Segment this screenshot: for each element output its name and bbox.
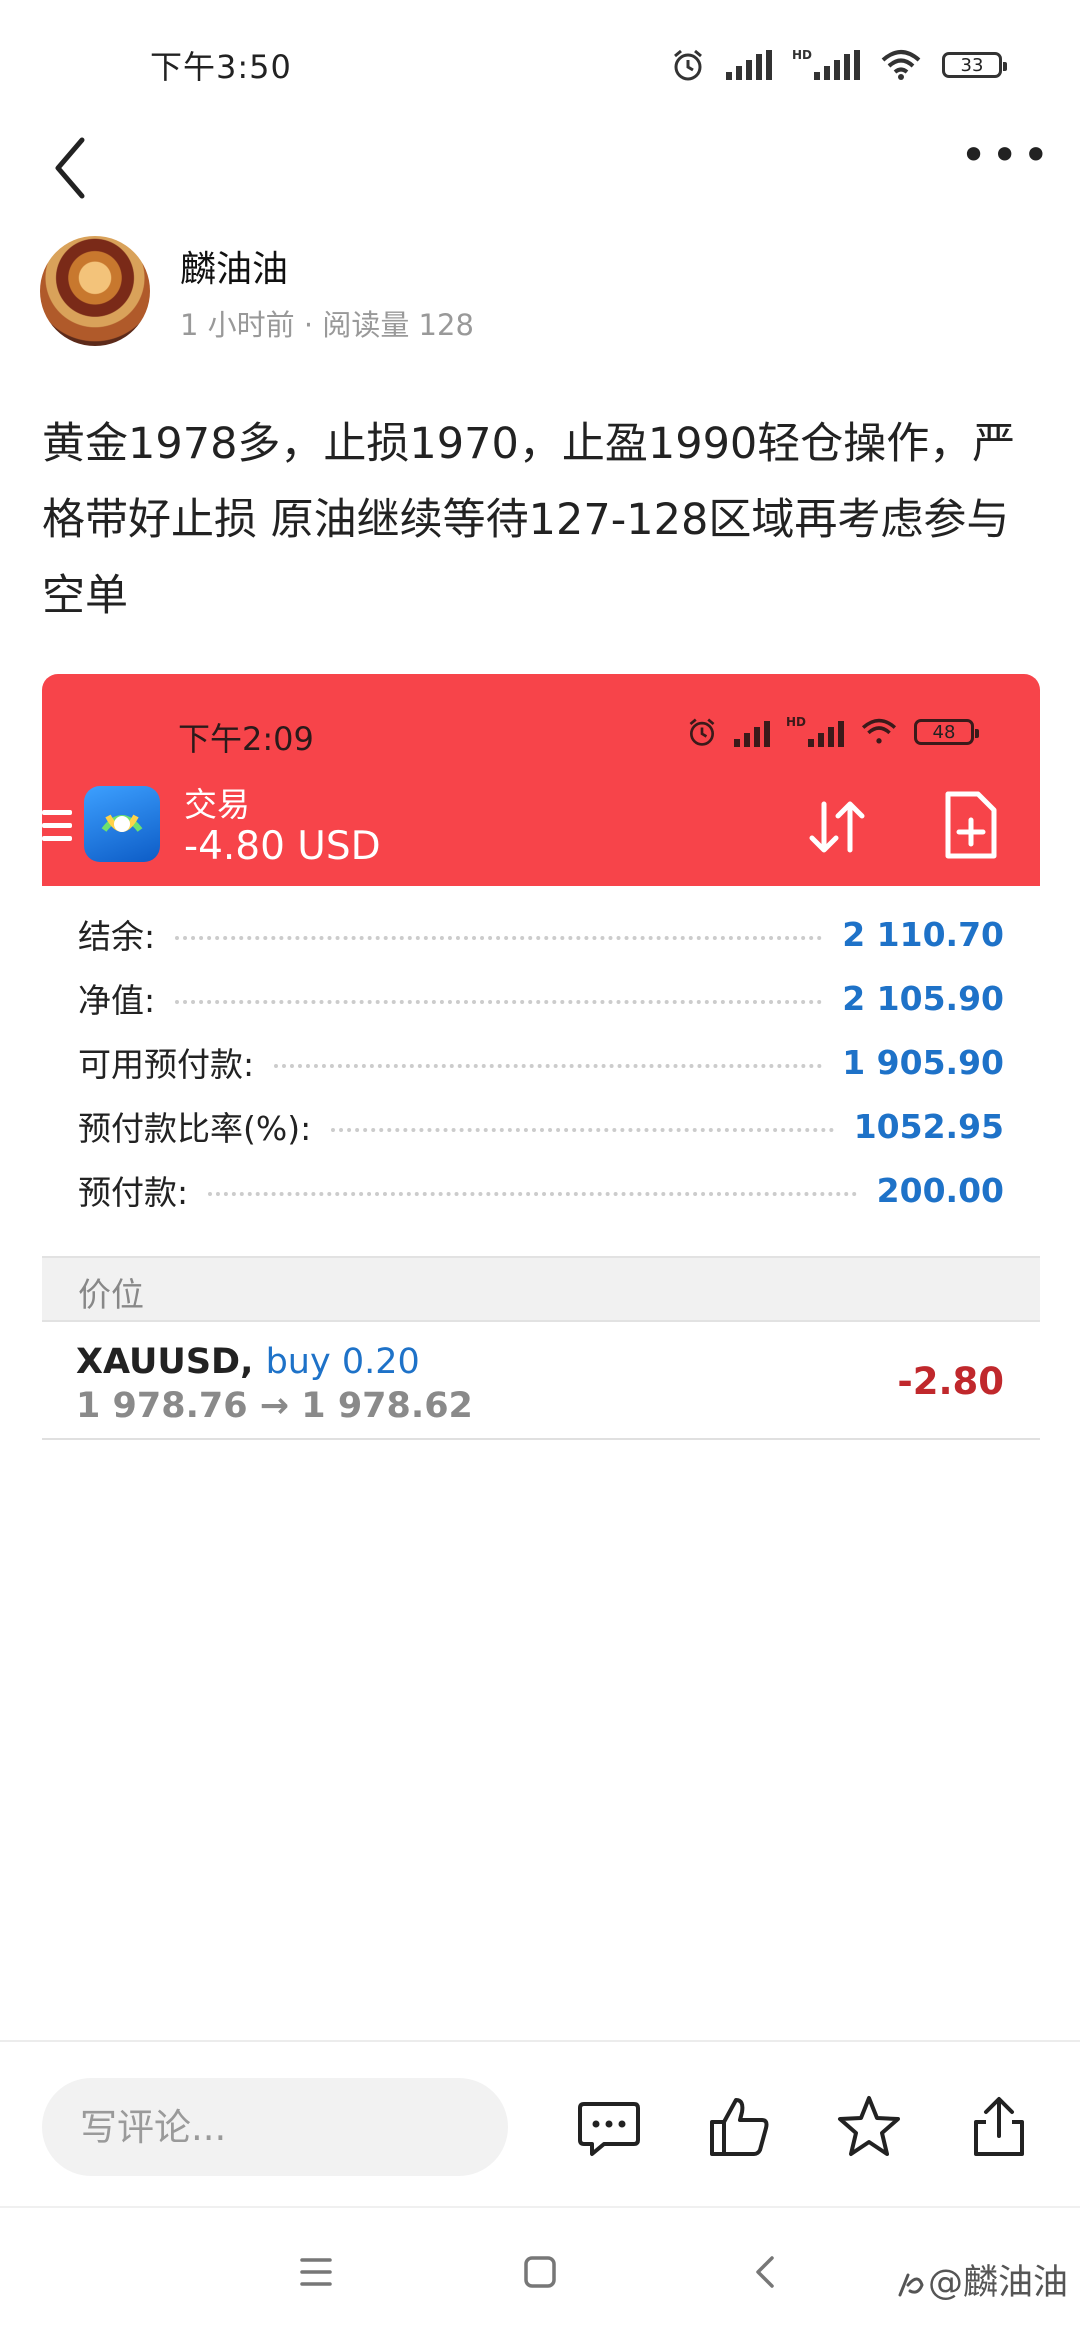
account-row-balance: 结余: 2 110.70 — [78, 902, 1004, 966]
metatrader-logo-icon — [84, 786, 160, 862]
alarm-clock-icon — [674, 49, 702, 81]
wifi-icon — [861, 718, 897, 744]
signal-hd-icon: HD — [791, 48, 860, 80]
battery-level: 48 — [932, 721, 956, 743]
author-avatar[interactable] — [40, 236, 150, 346]
wifi-icon — [881, 50, 921, 80]
sort-icon[interactable] — [802, 792, 872, 862]
account-row-value: 200.00 — [876, 1170, 1004, 1210]
status-icons: HD 33 — [670, 40, 1007, 90]
position-side: buy 0.20 — [265, 1342, 420, 1382]
account-row-label: 预付款: — [78, 1173, 189, 1212]
comment-input[interactable] — [42, 2078, 508, 2176]
like-icon[interactable] — [704, 2092, 774, 2162]
dotted-leader — [175, 1000, 823, 1004]
account-row-margin-level: 预付款比率(%): 1052.95 — [78, 1094, 1004, 1158]
battery-icon: 48 — [914, 719, 979, 745]
signal-hd-icon: HD — [785, 715, 844, 747]
post-body-text: 黄金1978多，止损1970，止盈1990轻仓操作，严格带好止损 原油继续等待1… — [42, 419, 1016, 621]
hd-label: HD — [791, 48, 812, 62]
position-symbol: XAUUSD, buy 0.20 — [76, 1342, 420, 1382]
dotted-leader — [208, 1192, 857, 1196]
account-row-label: 结余: — [78, 917, 156, 956]
nav-divider — [0, 2206, 1080, 2208]
account-row-equity: 净值: 2 105.90 — [78, 966, 1004, 1030]
dotted-leader — [274, 1064, 823, 1068]
account-row-label: 预付款比率(%): — [78, 1109, 312, 1148]
account-row-value: 2 110.70 — [842, 914, 1004, 954]
comment-icon[interactable] — [574, 2092, 644, 2162]
embed-floating-profit: -4.80 USD — [184, 824, 381, 869]
position-prices: 1 978.76 → 1 978.62 — [76, 1386, 473, 1426]
account-row-label: 净值: — [78, 981, 156, 1020]
hamburger-menu-icon[interactable] — [42, 810, 72, 850]
position-row[interactable]: XAUUSD, buy 0.20 1 978.76 → 1 978.62 -2.… — [42, 1322, 1040, 1440]
watermark-text: @麟油油 — [927, 2263, 1068, 2303]
share-icon[interactable] — [964, 2092, 1034, 2162]
account-row-label: 可用预付款: — [78, 1045, 255, 1084]
status-time: 下午3:50 — [150, 48, 292, 86]
back-button[interactable] — [40, 128, 100, 208]
account-row-margin: 预付款: 200.00 — [78, 1158, 1004, 1222]
signal-icon — [733, 717, 770, 747]
watermark-logo-icon — [898, 2273, 924, 2297]
signal-icon — [725, 50, 772, 80]
favorite-star-icon[interactable] — [834, 2092, 904, 2162]
account-row-value: 1 905.90 — [842, 1042, 1004, 1082]
account-row-free-margin: 可用预付款: 1 905.90 — [78, 1030, 1004, 1094]
more-options-button[interactable]: ••• — [960, 132, 1049, 190]
positions-section-header: 价位 — [42, 1256, 1040, 1322]
new-order-icon[interactable] — [942, 790, 998, 860]
battery-icon: 33 — [942, 52, 1007, 78]
embed-header: 下午2:09 HD 48 交易 -4.80 USD — [42, 674, 1040, 886]
menu-icon[interactable] — [286, 2242, 346, 2302]
dotted-leader — [331, 1128, 834, 1132]
hd-label: HD — [785, 715, 806, 729]
watermark: @麟油油 — [896, 2254, 1068, 2305]
home-icon[interactable] — [510, 2242, 570, 2302]
positions-section-label: 价位 — [78, 1275, 144, 1314]
bottom-divider — [0, 2040, 1080, 2042]
post-meta: 1 小时前 · 阅读量 128 — [180, 308, 474, 342]
back-nav-icon[interactable] — [736, 2242, 796, 2302]
account-row-value: 2 105.90 — [842, 978, 1004, 1018]
embed-app-title: 交易 — [184, 785, 250, 824]
author-name[interactable]: 麟油油 — [180, 240, 288, 292]
account-row-value: 1052.95 — [853, 1106, 1004, 1146]
more-icon: ••• — [960, 128, 1054, 182]
dotted-leader — [175, 936, 823, 940]
battery-level: 33 — [960, 54, 984, 76]
position-profit-loss: -2.80 — [897, 1360, 1004, 1403]
alarm-clock-icon — [689, 718, 715, 746]
embed-status-icons: HD 48 — [686, 715, 979, 748]
embedded-trade-screenshot[interactable]: 下午2:09 HD 48 交易 -4.80 USD 结余: 2 110.70 净… — [42, 674, 1040, 1444]
position-symbol-text: XAUUSD, — [76, 1342, 254, 1382]
status-bar: 下午3:50 HD 33 — [0, 0, 1080, 120]
embed-status-time: 下午2:09 — [178, 720, 314, 758]
